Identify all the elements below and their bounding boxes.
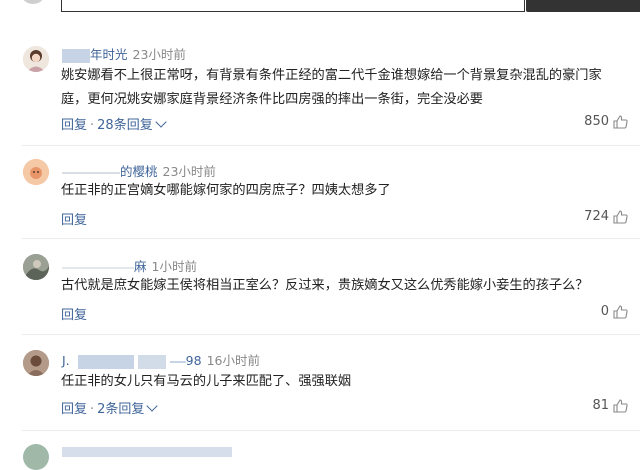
like-button[interactable]: 850 [584,114,628,129]
username[interactable]: 年时光 23小时前 [62,44,186,63]
username[interactable]: 的樱桃 23小时前 [62,161,216,180]
reply-button[interactable]: 回复 [61,213,87,228]
username[interactable] [62,443,232,458]
timestamp: 1小时前 [151,259,197,274]
reply-count-label[interactable]: 2条回复 [97,402,144,417]
avatar[interactable] [23,46,49,72]
reply-button[interactable]: 回复 [61,308,87,323]
avatar[interactable] [23,159,49,185]
username-text[interactable]: 98 [186,353,202,368]
top-bar [0,0,640,22]
thumbs-up-icon[interactable] [613,209,628,224]
timestamp: 16小时前 [206,353,260,368]
divider [22,334,640,335]
like-count: 850 [584,114,609,129]
reply-count-link[interactable]: 28条回复 [97,116,167,133]
masked-name [137,354,166,369]
comment-text: 任正非的正宫嫡女哪能嫁何家的四房庶子？四姨太想多了 [61,183,391,198]
username-text[interactable]: 麻 [134,259,147,274]
comment-actions: 回复 · 2条回复 [61,398,159,417]
chevron-down-icon[interactable] [155,116,167,128]
username-text[interactable]: 的樱桃 [120,164,158,179]
username-prefix[interactable]: J. [62,353,70,368]
divider [22,238,640,239]
like-button[interactable]: 724 [584,209,628,224]
timestamp: 23小时前 [132,47,186,62]
masked-name [169,360,186,363]
thumbs-up-icon[interactable] [613,304,628,319]
thumbs-up-icon[interactable] [613,398,628,413]
like-button[interactable]: 0 [601,304,628,319]
separator: · [90,402,95,417]
like-count: 724 [584,209,609,224]
reply-button[interactable]: 回复 [61,118,87,133]
masked-name [62,171,120,174]
masked-name [77,354,134,369]
avatar[interactable] [23,444,49,470]
comment-text: 姚安娜看不上很正常呀，有背景有条件正经的富二代千金谁想嫁给一个背景复杂混乱的豪门… [61,68,602,107]
comment-text: 任正非的女儿只有马云的儿子来匹配了、强强联姻 [61,374,352,389]
reply-count-label[interactable]: 28条回复 [97,118,153,133]
reply-button[interactable]: 回复 [61,402,87,417]
avatar[interactable] [23,254,49,280]
comment-actions: 回复 [61,209,87,228]
comment-input[interactable] [61,0,525,12]
submit-button[interactable] [526,0,640,12]
like-count: 0 [600,304,609,319]
like-count: 81 [592,398,609,413]
timestamp: 23小时前 [162,164,216,179]
masked-name [62,446,232,457]
chevron-down-icon[interactable] [146,400,159,412]
divider [22,430,640,431]
divider [22,145,640,146]
comment-actions: 回复 [61,304,87,323]
thumbs-up-icon[interactable] [613,114,628,129]
username[interactable]: J. 98 16小时前 [62,350,260,369]
masked-name [62,266,134,269]
username[interactable]: 麻 1小时前 [62,256,197,275]
comment-text: 古代就是庶女能嫁王侯将相当正室么？反过来，贵族嫡女又这么优秀能嫁小妾生的孩子么？ [61,278,589,293]
like-button[interactable]: 81 [592,398,628,413]
avatar[interactable] [23,350,49,376]
masked-name [62,48,90,63]
comment-actions: 回复 · 28条回复 [61,114,167,133]
separator: · [90,118,95,133]
username-text[interactable]: 年时光 [90,47,128,62]
reply-count-link[interactable]: 2条回复 [97,400,159,417]
avatar [20,0,46,4]
